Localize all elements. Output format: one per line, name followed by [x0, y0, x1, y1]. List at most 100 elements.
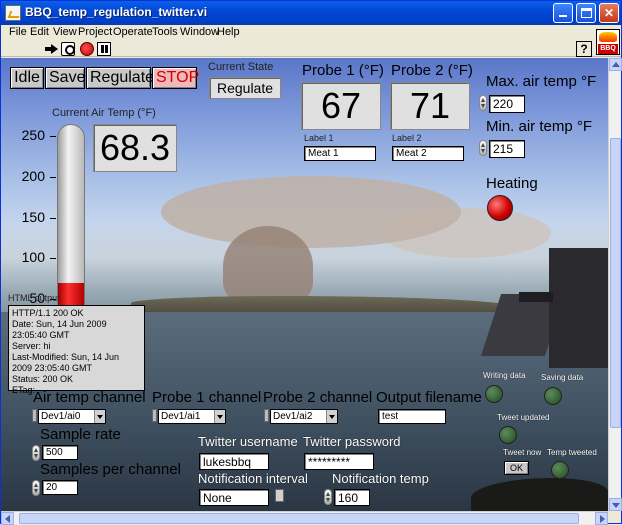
- samples-per-channel-label: Samples per channel: [40, 461, 181, 478]
- air-temp-channel-select[interactable]: Dev1/ai0: [38, 409, 106, 424]
- probe2-channel-select[interactable]: Dev1/ai2: [270, 409, 338, 424]
- min-air-temp-field[interactable]: 215: [489, 140, 525, 158]
- close-button[interactable]: ✕: [599, 3, 619, 23]
- minimize-button[interactable]: [553, 3, 573, 23]
- probe1-indicator: 67: [301, 82, 381, 130]
- abort-execution-icon[interactable]: [80, 42, 94, 56]
- chevron-down-icon[interactable]: [326, 410, 337, 423]
- sample-rate-stepper[interactable]: [32, 445, 40, 461]
- samples-per-channel-field[interactable]: 20: [42, 480, 78, 495]
- chevron-down-icon[interactable]: [214, 410, 225, 423]
- writing-data-led: [485, 385, 503, 403]
- probe1-channel-select[interactable]: Dev1/ai1: [158, 409, 226, 424]
- output-filename-label: Output filename: [376, 389, 482, 406]
- probe2-channel-label: Probe 2 channel: [263, 389, 373, 406]
- twitter-password-field[interactable]: *********: [304, 453, 374, 470]
- app-window: BBQ_temp_regulation_twitter.vi ✕ File Ed…: [0, 0, 622, 525]
- scroll-left-icon[interactable]: [1, 512, 14, 525]
- chevron-down-icon[interactable]: [275, 489, 284, 502]
- save-button[interactable]: Save: [45, 67, 85, 89]
- maximize-icon: [581, 8, 592, 18]
- regulate-button[interactable]: Regulate: [86, 67, 154, 89]
- window-title: BBQ_temp_regulation_twitter.vi: [25, 5, 208, 19]
- pause-icon[interactable]: [97, 42, 111, 56]
- twitter-password-label: Twitter password: [303, 434, 401, 449]
- channel-io-tag: [264, 409, 269, 422]
- html-output-text: HTTP/1.1 200 OK Date: Sun, 14 Jun 2009 2…: [8, 305, 145, 395]
- smoke-plume: [161, 176, 461, 248]
- min-air-temp-label: Min. air temp °F: [486, 118, 593, 135]
- notification-temp-stepper[interactable]: [324, 489, 332, 505]
- context-help-icon[interactable]: ?: [576, 41, 592, 57]
- scale-tick: [50, 258, 56, 260]
- probe2-name-field[interactable]: Meat 2: [392, 146, 464, 161]
- html-output-label: HTML output: [8, 293, 60, 303]
- twitter-username-field[interactable]: lukesbbq: [199, 453, 269, 470]
- menu-view[interactable]: View: [53, 26, 77, 38]
- tweet-now-button[interactable]: OK: [504, 461, 529, 475]
- max-air-temp-field[interactable]: 220: [489, 95, 525, 113]
- scale-label: 150: [21, 208, 45, 225]
- writing-data-label: Writing data: [483, 371, 526, 380]
- front-panel: Idle Save Regulate STOP Current State Re…: [1, 58, 608, 511]
- tweet-updated-label: Tweet updated: [497, 413, 550, 422]
- output-filename-field[interactable]: test: [378, 409, 446, 424]
- menu-help[interactable]: Help: [217, 26, 240, 38]
- menu-operate[interactable]: Operate: [113, 26, 153, 38]
- labview-vi-icon: [5, 5, 21, 21]
- notification-interval-select[interactable]: None: [199, 489, 269, 506]
- sample-rate-field[interactable]: 500: [42, 445, 78, 460]
- min-air-temp-stepper[interactable]: [479, 140, 487, 156]
- scale-label: 250: [21, 127, 45, 143]
- probe2-indicator: 71: [390, 82, 470, 130]
- menu-tools[interactable]: Tools: [152, 26, 178, 38]
- probe1-name-label: Label 1: [304, 133, 334, 143]
- menu-project[interactable]: Project: [78, 26, 112, 38]
- menu-window[interactable]: Window: [180, 26, 219, 38]
- tweet-updated-led: [499, 426, 517, 444]
- notification-temp-field[interactable]: 160: [334, 489, 370, 506]
- probe2-label: Probe 2 (°F): [391, 62, 473, 79]
- twitter-username-label: Twitter username: [198, 434, 298, 449]
- saving-data-label: Saving data: [541, 373, 584, 382]
- vertical-scrollbar[interactable]: [608, 58, 622, 511]
- stop-button[interactable]: STOP: [152, 67, 199, 89]
- probe1-name-field[interactable]: Meat 1: [304, 146, 376, 161]
- sample-rate-label: Sample rate: [40, 426, 121, 443]
- heating-led: [487, 195, 513, 221]
- probe1-channel-label: Probe 1 channel: [152, 389, 262, 406]
- waterfront-building: [519, 248, 608, 368]
- probe2-name-label: Label 2: [392, 133, 422, 143]
- max-air-temp-stepper[interactable]: [479, 95, 487, 111]
- run-arrow-icon[interactable]: [45, 42, 59, 56]
- horizontal-scroll-thumb[interactable]: [19, 513, 579, 524]
- channel-io-tag: [32, 409, 37, 422]
- idle-button[interactable]: Idle: [10, 67, 44, 89]
- fire-icon: [599, 32, 617, 42]
- heating-label: Heating: [486, 175, 538, 192]
- notification-interval-label: Notification interval: [198, 471, 308, 486]
- air-temp-channel-value: Dev1/ai0: [41, 411, 81, 422]
- minimize-icon: [559, 15, 567, 17]
- scroll-right-icon[interactable]: [595, 512, 608, 525]
- scroll-down-icon[interactable]: [609, 498, 622, 511]
- title-bar[interactable]: BBQ_temp_regulation_twitter.vi ✕: [1, 1, 621, 25]
- air-temp-label: Current Air Temp (°F): [52, 107, 156, 119]
- probe1-label: Probe 1 (°F): [302, 62, 384, 79]
- vertical-scroll-thumb[interactable]: [610, 138, 621, 428]
- max-air-temp-label: Max. air temp °F: [486, 73, 597, 90]
- channel-io-tag: [152, 409, 157, 422]
- run-continuously-icon[interactable]: [61, 42, 75, 56]
- maximize-button[interactable]: [576, 3, 596, 23]
- samples-per-channel-stepper[interactable]: [32, 480, 40, 496]
- temp-tweeted-label: Temp tweeted: [547, 448, 597, 457]
- scroll-up-icon[interactable]: [609, 58, 622, 71]
- saving-data-led: [544, 387, 562, 405]
- menu-file[interactable]: File: [9, 26, 27, 38]
- horizontal-scrollbar[interactable]: [1, 511, 608, 525]
- menu-edit[interactable]: Edit: [30, 26, 49, 38]
- current-state-indicator: Regulate: [209, 77, 281, 99]
- chevron-down-icon[interactable]: [94, 410, 105, 423]
- scale-tick: [50, 217, 56, 219]
- scale-tick: [50, 136, 56, 137]
